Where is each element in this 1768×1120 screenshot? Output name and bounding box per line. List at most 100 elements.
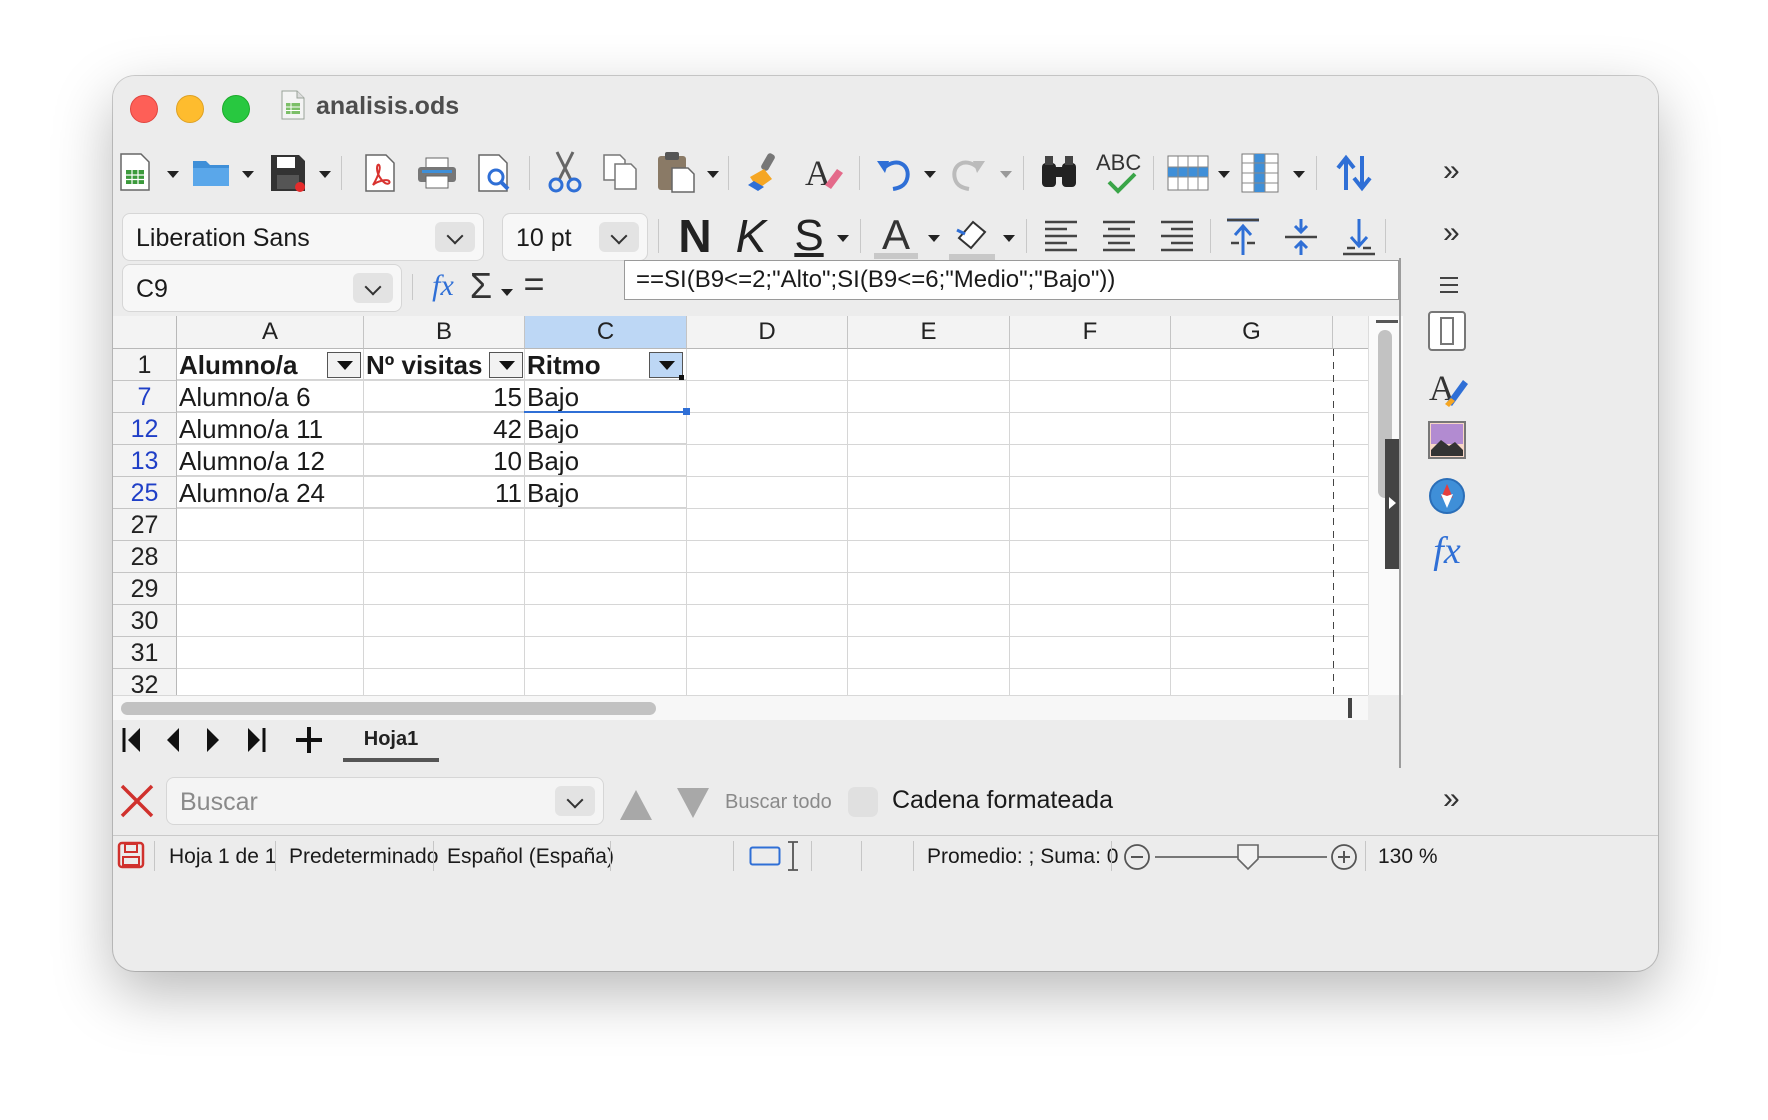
italic-button[interactable]: K (731, 210, 771, 262)
name-box[interactable]: C9 (122, 264, 402, 312)
row-header[interactable]: 25 (113, 477, 177, 509)
new-spreadsheet-icon[interactable] (118, 152, 152, 192)
more-formatting-button[interactable]: » (1443, 216, 1460, 250)
autofilter-button-a[interactable] (327, 352, 361, 378)
column-header-c[interactable]: C (525, 316, 687, 349)
spreadsheet-grid[interactable]: A B C D E F G 1 7 12 13 25 27 28 29 30 3… (113, 316, 1403, 695)
row-header[interactable]: 32 (113, 669, 177, 695)
autofilter-button-c[interactable] (649, 352, 683, 378)
export-pdf-icon[interactable] (363, 153, 399, 193)
cell-c[interactable]: Bajo (525, 477, 687, 508)
last-sheet-icon[interactable] (245, 726, 267, 754)
column-icon[interactable] (1241, 153, 1279, 193)
formula-input[interactable]: ==SI(B9<=2;"Alto";SI(B9<=6;"Medio";"Bajo… (624, 260, 1399, 300)
cell-b[interactable]: 42 (364, 413, 525, 444)
formula-button[interactable]: = (520, 263, 548, 304)
styles-icon[interactable]: A (1427, 364, 1469, 408)
sidebar-collapse-handle[interactable] (1385, 439, 1399, 569)
horizontal-split-handle[interactable] (1348, 698, 1352, 718)
copy-icon[interactable] (601, 152, 639, 192)
zoom-in-icon[interactable] (1330, 843, 1358, 871)
cell-b[interactable]: 10 (364, 445, 525, 476)
font-color-dropdown-arrow[interactable] (928, 235, 940, 242)
row-icon[interactable] (1167, 155, 1209, 191)
more-toolbar-button[interactable]: » (1443, 154, 1460, 188)
cell-b[interactable]: 15 (364, 381, 525, 412)
sheet-position[interactable]: Hoja 1 de 1 (169, 845, 276, 869)
fill-handle[interactable] (683, 408, 690, 415)
font-name-dropdown-button[interactable] (435, 222, 475, 252)
row-header[interactable]: 28 (113, 541, 177, 573)
column-dropdown-arrow[interactable] (1293, 171, 1305, 178)
cell-a[interactable]: Alumno/a 11 (177, 413, 364, 444)
minimize-window-button[interactable] (176, 95, 204, 123)
column-header-g[interactable]: G (1171, 316, 1333, 349)
center-vertically-icon[interactable] (1283, 217, 1319, 257)
align-left-icon[interactable] (1043, 219, 1079, 255)
spellcheck-button[interactable]: ABC (1093, 148, 1145, 196)
redo-icon[interactable] (951, 153, 987, 191)
name-box-dropdown-button[interactable] (353, 273, 393, 303)
column-header-f[interactable]: F (1010, 316, 1171, 349)
paste-dropdown-arrow[interactable] (707, 171, 719, 178)
cell-c[interactable]: Bajo (525, 413, 687, 444)
column-header-d[interactable]: D (687, 316, 848, 349)
function-wizard-button[interactable]: fx (426, 268, 460, 304)
sum-dropdown-arrow[interactable] (501, 289, 513, 296)
row-header[interactable]: 30 (113, 605, 177, 637)
row-header[interactable]: 27 (113, 509, 177, 541)
autofilter-button-b[interactable] (489, 352, 523, 378)
cell-b[interactable]: 11 (364, 477, 525, 508)
row-header[interactable]: 1 (113, 349, 177, 381)
first-sheet-icon[interactable] (121, 726, 143, 754)
gallery-icon[interactable] (1427, 420, 1467, 460)
print-icon[interactable] (416, 156, 458, 190)
align-center-icon[interactable] (1101, 219, 1137, 255)
find-all-button[interactable]: Buscar todo (725, 791, 832, 814)
clear-formatting-icon[interactable]: A (803, 151, 845, 193)
font-name-combo[interactable]: Liberation Sans (122, 213, 484, 261)
column-header-b[interactable]: B (364, 316, 525, 349)
undo-icon[interactable] (875, 153, 911, 191)
cut-icon[interactable] (545, 150, 585, 194)
functions-sidebar-button[interactable]: fx (1427, 530, 1467, 572)
select-all-corner[interactable] (113, 316, 177, 349)
align-right-icon[interactable] (1159, 219, 1195, 255)
print-preview-icon[interactable] (476, 153, 514, 193)
highlight-color-icon[interactable] (949, 214, 995, 262)
hamburger-menu-icon[interactable] (1432, 272, 1466, 298)
close-find-bar-icon[interactable] (119, 783, 155, 819)
add-sheet-icon[interactable] (294, 725, 324, 755)
document-modified-icon[interactable] (117, 841, 145, 869)
horizontal-scroll-thumb[interactable] (121, 702, 656, 715)
zoom-percentage[interactable]: 130 % (1378, 845, 1438, 869)
highlight-dropdown-arrow[interactable] (1003, 235, 1015, 242)
font-size-dropdown-button[interactable] (599, 222, 639, 252)
find-replace-icon[interactable] (1039, 153, 1079, 191)
sort-icon[interactable] (1335, 154, 1373, 192)
sheet-tab-hoja1[interactable]: Hoja1 (343, 718, 439, 764)
bold-button[interactable]: N (675, 210, 715, 262)
search-input[interactable]: Buscar (180, 788, 258, 817)
search-history-dropdown-button[interactable] (555, 786, 595, 816)
zoom-slider-thumb[interactable] (1236, 843, 1260, 871)
close-window-button[interactable] (130, 95, 158, 123)
cell-c[interactable]: Bajo (525, 381, 687, 412)
selection-mode-icon[interactable] (749, 846, 781, 866)
text-cursor-icon[interactable] (786, 840, 800, 872)
open-folder-icon[interactable] (191, 156, 231, 188)
find-next-icon[interactable] (676, 786, 710, 820)
save-dropdown-arrow[interactable] (319, 171, 331, 178)
cell-a[interactable]: Alumno/a 6 (177, 381, 364, 412)
undo-dropdown-arrow[interactable] (924, 171, 936, 178)
underline-button[interactable]: S (789, 211, 829, 261)
row-header[interactable]: 7 (113, 381, 177, 413)
align-bottom-icon[interactable] (1341, 217, 1377, 257)
cell-c[interactable]: Bajo (525, 445, 687, 476)
zoom-out-icon[interactable] (1123, 843, 1151, 871)
row-header[interactable]: 31 (113, 637, 177, 669)
selection-summary[interactable]: Promedio: ; Suma: 0 (927, 845, 1118, 869)
more-find-options-button[interactable]: » (1443, 782, 1460, 816)
redo-dropdown-arrow[interactable] (1000, 171, 1012, 178)
cell-a[interactable]: Alumno/a 12 (177, 445, 364, 476)
